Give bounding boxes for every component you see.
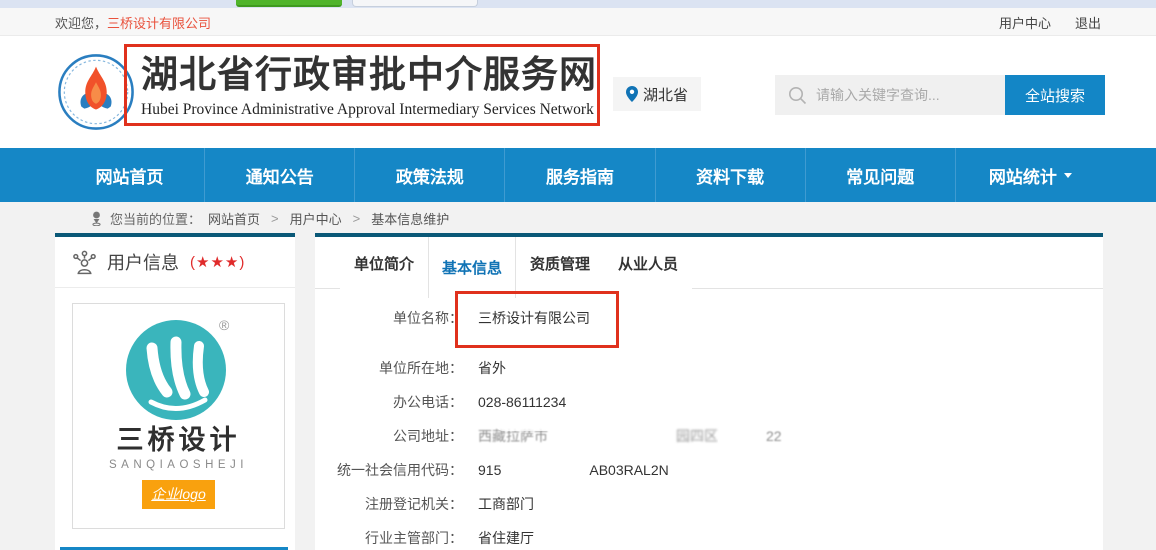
breadcrumb-item-user-center[interactable]: 用户中心	[290, 209, 342, 228]
breadcrumb: 您当前的位置： 网站首页 > 用户中心 > 基本信息维护	[55, 202, 449, 234]
field-label: 单位所在地：	[315, 358, 463, 378]
nav-item-statistics[interactable]: 网站统计	[955, 148, 1105, 202]
breadcrumb-separator: >	[353, 211, 361, 226]
form-row-credit-code: 统一社会信用代码： 915 AB03RAL2N	[315, 453, 1103, 487]
company-logo-image: ®	[121, 310, 237, 426]
main-nav: 网站首页 通知公告 政策法规 服务指南 资料下载 常见问题 网站统计	[0, 148, 1156, 202]
form-row-company-name: 单位名称： 三桥设计有限公司	[315, 301, 1103, 335]
site-search-button[interactable]: 全站搜索	[1005, 75, 1105, 115]
search-icon	[788, 86, 807, 105]
form-row-location: 单位所在地： 省外	[315, 351, 1103, 385]
main-panel: 单位简介 基本信息 资质管理 从业人员 单位名称： 三桥设计有限公司 单位所在地…	[315, 233, 1103, 550]
welcome-text: 欢迎您， 三桥设计有限公司	[55, 8, 211, 36]
company-logo-name: 三桥设计	[117, 426, 241, 456]
user-info-sidebar: 用户信息 (★★★) ® 三桥设计 SANQIAOSHEJI 企业logo	[55, 233, 295, 550]
welcome-prefix: 欢迎您，	[55, 13, 107, 32]
nav-item-statistics-label: 网站统计	[989, 163, 1057, 188]
form-row-supervising-department: 行业主管部门： 省住建厅	[315, 521, 1103, 550]
nav-item-service-guide[interactable]: 服务指南	[504, 148, 654, 202]
site-logo-icon	[57, 53, 135, 131]
tab-qualification[interactable]: 资质管理	[516, 237, 604, 289]
tab-company-profile[interactable]: 单位简介	[340, 237, 428, 289]
tab-bar: 单位简介 基本信息 资质管理 从业人员	[315, 237, 1103, 289]
field-label: 注册登记机关：	[315, 494, 463, 514]
form-row-phone: 办公电话： 028-86111234	[315, 385, 1103, 419]
page-root: 欢迎您， 三桥设计有限公司 用户中心 退出 湖北省行政审批中介服务网 Hubei…	[0, 0, 1156, 550]
company-logo-subtext: SANQIAOSHEJI	[109, 459, 248, 471]
nav-item-policies[interactable]: 政策法规	[354, 148, 504, 202]
form-row-address: 公司地址： 西藏拉萨市 园四区 22	[315, 419, 1103, 453]
breadcrumb-item-home[interactable]: 网站首页	[208, 209, 260, 228]
sidebar-star-rating: (★★★)	[190, 253, 245, 271]
address-fragment: 园四区	[676, 426, 718, 446]
company-logo-box: ® 三桥设计 SANQIAOSHEJI 企业logo	[72, 303, 285, 529]
field-value: 工商部门	[478, 494, 534, 514]
nav-item-home[interactable]: 网站首页	[55, 148, 204, 202]
location-pin-icon	[626, 86, 638, 102]
tab-employees[interactable]: 从业人员	[604, 237, 692, 289]
gray-button-remnant	[352, 0, 478, 7]
site-title-group: 湖北省行政审批中介服务网 Hubei Province Administrati…	[141, 54, 597, 119]
location-label: 湖北省	[643, 84, 688, 105]
nav-item-notices[interactable]: 通知公告	[204, 148, 354, 202]
logout-link[interactable]: 退出	[1075, 13, 1101, 32]
location-selector[interactable]: 湖北省	[613, 77, 701, 111]
site-subtitle: Hubei Province Administrative Approval I…	[141, 101, 597, 119]
field-label: 行业主管部门：	[315, 528, 463, 548]
nav-item-faq[interactable]: 常见问题	[805, 148, 955, 202]
green-button-remnant	[236, 0, 342, 7]
welcome-bar: 欢迎您， 三桥设计有限公司 用户中心 退出	[0, 8, 1156, 36]
field-label: 单位名称：	[315, 308, 463, 328]
censor-smudge	[718, 435, 848, 447]
breadcrumb-separator: >	[271, 211, 279, 226]
site-title: 湖北省行政审批中介服务网	[141, 54, 597, 97]
field-label: 公司地址：	[315, 426, 463, 446]
search-box	[775, 75, 1005, 115]
censor-blob	[501, 461, 589, 479]
field-value-censored: 915 AB03RAL2N	[478, 461, 669, 479]
breadcrumb-label: 您当前的位置：	[110, 209, 201, 228]
search-input[interactable]	[816, 87, 986, 103]
nav-item-downloads[interactable]: 资料下载	[655, 148, 805, 202]
user-center-link[interactable]: 用户中心	[999, 13, 1051, 32]
tab-basic-info[interactable]: 基本信息	[428, 237, 516, 298]
code-fragment: AB03RAL2N	[589, 462, 668, 478]
basic-info-form: 单位名称： 三桥设计有限公司 单位所在地： 省外 办公电话： 028-86111…	[315, 289, 1103, 550]
user-management-icon	[71, 249, 98, 276]
field-value: 028-86111234	[478, 394, 566, 410]
code-fragment: 915	[478, 462, 501, 478]
field-value: 省外	[478, 358, 506, 378]
breadcrumb-item-basic-info[interactable]: 基本信息维护	[371, 209, 449, 228]
breadcrumb-person-icon	[90, 211, 103, 226]
registered-mark: ®	[219, 317, 230, 333]
site-header: 湖北省行政审批中介服务网 Hubei Province Administrati…	[0, 36, 1156, 148]
enterprise-logo-button[interactable]: 企业logo	[142, 480, 215, 509]
address-fragment: 22	[766, 428, 782, 444]
field-value: 省住建厅	[478, 528, 534, 548]
field-value: 三桥设计有限公司	[478, 308, 590, 328]
chevron-down-icon	[1064, 173, 1072, 178]
sidebar-title: 用户信息	[107, 249, 179, 275]
form-row-registration-authority: 注册登记机关： 工商部门	[315, 487, 1103, 521]
welcome-company-name: 三桥设计有限公司	[107, 13, 211, 32]
field-label: 办公电话：	[315, 392, 463, 412]
field-label: 统一社会信用代码：	[315, 460, 463, 480]
field-value-censored: 西藏拉萨市 园四区 22	[478, 426, 782, 446]
browser-chrome-strip	[0, 0, 1156, 8]
sidebar-header: 用户信息 (★★★)	[55, 237, 295, 288]
address-fragment: 西藏拉萨市	[478, 426, 548, 446]
